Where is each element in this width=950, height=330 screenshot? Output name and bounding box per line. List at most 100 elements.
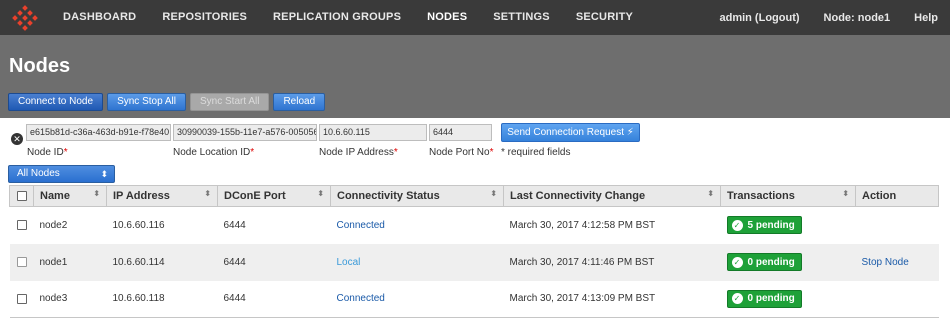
node-ip: 10.6.60.114 [106, 243, 218, 281]
transactions-cell: ✓ 0 pending [721, 281, 856, 318]
col-connectivity-status-label: Connectivity Status [337, 190, 440, 202]
connect-node-form: ✕ e615b81d-c36a-463d-b91e-f78e40 3099003… [0, 118, 950, 164]
sync-stop-all-button[interactable]: Sync Stop All [107, 93, 186, 111]
transactions-badge[interactable]: ✓ 0 pending [726, 253, 802, 271]
select-all-header [9, 185, 34, 207]
sort-icon: ⬍ [707, 189, 714, 198]
sort-icon: ⬍ [93, 189, 100, 198]
reload-button[interactable]: Reload [273, 93, 326, 111]
node-name: node1 [33, 243, 107, 281]
row-checkbox[interactable] [16, 293, 27, 304]
page-title: Nodes [9, 55, 71, 77]
col-dcone-port-label: DConE Port [224, 190, 286, 202]
node-filter-select[interactable]: All Nodes ⬍ [8, 165, 115, 183]
col-transactions-label: Transactions [727, 190, 795, 202]
status-cell: Connected [331, 207, 504, 244]
table-row[interactable]: node3 10.6.60.118 6444 Connected March 3… [9, 281, 939, 318]
status-cell: Local [330, 243, 504, 281]
sort-icon: ⬍ [317, 189, 324, 198]
col-last-connectivity-change-label: Last Connectivity Change [510, 190, 646, 202]
up-down-caret-icon: ⬍ [100, 169, 108, 179]
required-fields-note: * required fields [501, 147, 571, 158]
action-cell [856, 281, 939, 318]
send-connection-request-label: Send Connection Request [507, 127, 624, 138]
action-cell [856, 207, 939, 244]
transactions-count: 0 pending [747, 293, 795, 305]
col-action-label: Action [862, 190, 897, 202]
transactions-cell: ✓ 5 pending [721, 207, 856, 244]
sort-icon: ⬍ [490, 189, 497, 198]
node-id-field[interactable]: e615b81d-c36a-463d-b91e-f78e40 [26, 124, 171, 141]
table-row[interactable]: node2 10.6.60.116 6444 Connected March 3… [10, 207, 939, 244]
last-change: March 30, 2017 4:11:46 PM BST [503, 243, 721, 281]
node-location-label-text: Node Location ID [173, 147, 251, 158]
required-asterisk: * [250, 147, 255, 158]
connectivity-status-link[interactable]: Local [337, 257, 361, 268]
check-icon: ✓ [731, 219, 743, 231]
transactions-count: 0 pending [747, 256, 795, 268]
node-ip: 10.6.60.116 [112, 219, 165, 231]
node-port-label-text: Node Port No [429, 147, 490, 158]
check-icon: ✓ [731, 256, 743, 268]
node-name: node2 [39, 219, 68, 231]
node-port: 6444 [223, 219, 246, 231]
required-asterisk: * [489, 147, 494, 158]
nav-nodes[interactable]: NODES [414, 0, 480, 41]
node-port-field[interactable]: 6444 [429, 124, 492, 141]
table-header-row: Name ⬍ IP Address ⬍ DConE Port ⬍ Connectivi… [9, 185, 939, 207]
help-link[interactable]: Help [902, 12, 950, 24]
node-port: 6444 [223, 293, 246, 305]
connect-to-node-button[interactable]: Connect to Node [8, 93, 104, 111]
node-ip-label-text: Node IP Address [319, 147, 394, 158]
node-ip-label: Node IP Address* [319, 147, 398, 158]
check-icon: ✓ [731, 293, 743, 305]
col-dcone-port[interactable]: DConE Port ⬍ [217, 185, 331, 207]
transactions-badge[interactable]: ✓ 0 pending [726, 289, 802, 308]
row-select-cell [10, 207, 34, 244]
row-select-cell [9, 243, 34, 281]
row-select-cell [10, 281, 34, 318]
status-cell: Connected [331, 281, 504, 318]
row-checkbox[interactable] [16, 220, 27, 231]
node-name: node3 [39, 293, 68, 305]
nav-replication-groups[interactable]: REPLICATION GROUPS [260, 0, 414, 35]
stop-node-link[interactable]: Stop Node [862, 257, 909, 268]
sync-start-all-button: Sync Start All [189, 93, 270, 111]
page-header: Nodes Connect to Node Sync Stop All Sync… [0, 35, 950, 118]
node-ip: 10.6.60.118 [112, 293, 165, 305]
close-icon[interactable]: ✕ [11, 133, 23, 145]
node-location-field[interactable]: 30990039-155b-11e7-a576-005056 [173, 124, 317, 141]
connectivity-status-link[interactable]: Connected [337, 293, 385, 304]
col-ip-address[interactable]: IP Address ⬍ [106, 185, 218, 207]
nodes-table: Name ⬍ IP Address ⬍ DConE Port ⬍ Connectivi… [9, 185, 939, 318]
table-row[interactable]: node1 10.6.60.114 6444 Local March 30, 2… [9, 243, 939, 281]
nav-settings[interactable]: SETTINGS [480, 0, 563, 35]
col-connectivity-status[interactable]: Connectivity Status ⬍ [330, 185, 504, 207]
select-all-checkbox[interactable] [16, 191, 27, 202]
col-name[interactable]: Name ⬍ [33, 185, 107, 207]
col-transactions[interactable]: Transactions ⬍ [720, 185, 856, 207]
lightning-icon: ⚡ [626, 127, 634, 138]
col-action: Action [855, 185, 939, 207]
node-port-label: Node Port No* [429, 147, 494, 158]
send-connection-request-button[interactable]: Send Connection Request ⚡ [501, 123, 640, 142]
node-id-label-text: Node ID [27, 147, 64, 158]
nav-dashboard[interactable]: DASHBOARD [50, 0, 149, 35]
node-ip-field[interactable]: 10.6.60.115 [319, 124, 427, 141]
node-filter-value: All Nodes [17, 168, 60, 179]
nav-repositories[interactable]: REPOSITORIES [149, 0, 260, 35]
node-id-label: Node ID* [27, 147, 68, 158]
user-logout-link[interactable]: admin (Logout) [707, 12, 811, 24]
col-last-connectivity-change[interactable]: Last Connectivity Change ⬍ [503, 185, 721, 207]
node-port: 6444 [217, 243, 331, 281]
toolbar: Connect to Node Sync Stop All Sync Start… [8, 93, 326, 111]
connectivity-status-link[interactable]: Connected [337, 220, 385, 231]
nav-security[interactable]: SECURITY [563, 0, 646, 35]
sort-icon: ⬍ [204, 189, 211, 198]
transactions-badge[interactable]: ✓ 5 pending [726, 216, 802, 235]
row-checkbox [16, 256, 27, 267]
wandisco-logo[interactable] [0, 0, 50, 35]
last-change: March 30, 2017 4:12:58 PM BST [509, 219, 656, 231]
sort-icon: ⬍ [842, 189, 849, 198]
required-asterisk: * [63, 147, 68, 158]
